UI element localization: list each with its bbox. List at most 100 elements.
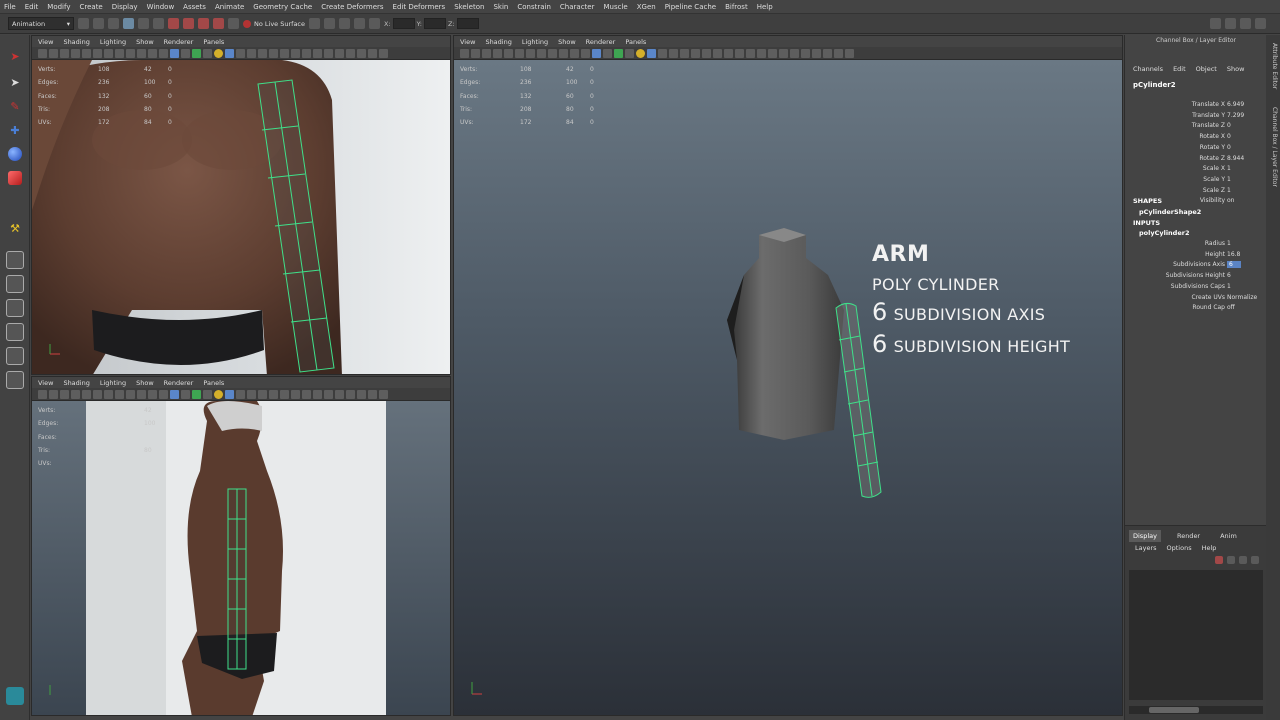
attr-value[interactable]: 16.8 (1227, 251, 1240, 258)
channel-menu-object[interactable]: Object (1196, 65, 1217, 73)
layer-tab-display[interactable]: Display (1129, 530, 1161, 542)
menu-create[interactable]: Create (79, 3, 102, 11)
menu-assets[interactable]: Assets (183, 3, 206, 11)
attr-value[interactable]: off (1227, 304, 1235, 311)
menu-edit[interactable]: Edit (25, 3, 39, 11)
toggle-modeling-toolkit-icon[interactable] (1210, 18, 1221, 29)
attr-value[interactable]: 1 (1227, 240, 1231, 247)
channel-attr-translate-y[interactable]: Translate Y 7.299 (1125, 112, 1267, 123)
panel-menu-shading[interactable]: Shading (485, 38, 511, 46)
panel-menu-view[interactable]: View (38, 38, 53, 46)
menu-pipeline-cache[interactable]: Pipeline Cache (665, 3, 716, 11)
panel-menu-renderer[interactable]: Renderer (164, 38, 194, 46)
render-view-icon[interactable] (309, 18, 321, 29)
menu-skin[interactable]: Skin (493, 3, 508, 11)
menu-character[interactable]: Character (560, 3, 595, 11)
render-frame-icon[interactable] (324, 18, 336, 29)
attr-value[interactable]: 1 (1227, 187, 1231, 194)
attribute-editor-tab[interactable]: Attribute Editor (1268, 43, 1278, 89)
channel-menu-show[interactable]: Show (1227, 65, 1245, 73)
menu-display[interactable]: Display (112, 3, 138, 11)
channel-attr-subdivisions-caps[interactable]: Subdivisions Caps 1 (1125, 283, 1267, 294)
menu-bifrost[interactable]: Bifrost (725, 3, 748, 11)
channel-attr-subdivisions-height[interactable]: Subdivisions Height 6 (1125, 272, 1267, 283)
menu-constrain[interactable]: Constrain (517, 3, 551, 11)
menu-file[interactable]: File (4, 3, 16, 11)
attr-value[interactable]: 1 (1227, 176, 1231, 183)
snap-grid-icon[interactable] (168, 18, 179, 29)
menu-help[interactable]: Help (757, 3, 773, 11)
channel-attr-rotate-x[interactable]: Rotate X0 (1125, 133, 1267, 144)
make-live-icon[interactable] (228, 18, 239, 29)
snap-point-icon[interactable] (198, 18, 209, 29)
four-pane-layout-icon[interactable] (6, 275, 24, 293)
hypershade-icon[interactable] (369, 18, 381, 29)
select-tool-icon[interactable]: ➤ (6, 47, 24, 65)
new-layer-selected-icon[interactable] (1227, 556, 1235, 564)
x-field[interactable] (392, 18, 415, 29)
menu-set-dropdown[interactable]: Animation ▾ (8, 17, 74, 30)
layer-up-icon[interactable] (1239, 556, 1247, 564)
y-field[interactable] (423, 18, 446, 29)
layer-tab-render[interactable]: Render (1173, 530, 1204, 542)
select-component-icon[interactable] (153, 18, 164, 29)
channel-menu-channels[interactable]: Channels (1133, 65, 1163, 73)
panel-menu-renderer[interactable]: Renderer (164, 379, 194, 387)
panel-menu-view[interactable]: View (38, 379, 53, 387)
channel-attr-round-cap[interactable]: Round Cap off (1125, 304, 1267, 315)
input-node-name[interactable]: polyCylinder2 (1139, 229, 1189, 237)
channel-attr-radius[interactable]: Radius 1 (1125, 240, 1267, 251)
layer-tab-anim[interactable]: Anim (1216, 530, 1241, 542)
persp-outliner-layout-icon[interactable] (6, 347, 24, 365)
panel-menu-show[interactable]: Show (136, 38, 154, 46)
attr-value[interactable]: 8.944 (1227, 155, 1244, 162)
lasso-tool-icon[interactable]: ➤ (6, 73, 24, 91)
attr-value[interactable]: 6 (1227, 261, 1241, 269)
select-object-icon[interactable] (138, 18, 149, 29)
attr-value[interactable]: on (1227, 197, 1234, 204)
front-viewport[interactable]: Verts: 108 42 0 Edges: 236 100 0 Faces: 132 60 0 Tri… (32, 60, 450, 374)
attr-value[interactable]: Normalize (1227, 294, 1257, 301)
scale-tool-icon[interactable] (8, 171, 22, 185)
panel-menu-panels[interactable]: Panels (203, 379, 224, 387)
paint-select-icon[interactable]: ✎ (6, 97, 24, 115)
menu-modify[interactable]: Modify (47, 3, 70, 11)
channel-attr-translate-x[interactable]: Translate X 6.949 (1125, 101, 1267, 112)
outliner-layout-icon[interactable] (6, 371, 24, 389)
channel-menu-edit[interactable]: Edit (1173, 65, 1186, 73)
channel-box-tab[interactable]: Channel Box / Layer Editor (1268, 107, 1278, 187)
panel-menu-shading[interactable]: Shading (63, 38, 89, 46)
channel-attr-rotate-z[interactable]: Rotate Z 8.944 (1125, 155, 1267, 166)
channel-attr-scale-x[interactable]: Scale X1 (1125, 165, 1267, 176)
panel-menu-panels[interactable]: Panels (203, 38, 224, 46)
snap-surface-icon[interactable] (213, 18, 224, 29)
panel-menu-shading[interactable]: Shading (63, 379, 89, 387)
select-hierarchy-icon[interactable] (123, 18, 134, 29)
new-layer-icon[interactable] (1215, 556, 1223, 564)
single-pane-layout-icon[interactable] (6, 251, 24, 269)
perspective-viewport[interactable]: Verts: 108 42 0 Edges: 236 100 0 Faces: 132 60 0 Tri… (454, 60, 1122, 715)
attr-value[interactable]: 0 (1227, 133, 1231, 140)
layer-scrollbar[interactable] (1129, 706, 1263, 714)
menu-geometry-cache[interactable]: Geometry Cache (253, 3, 312, 11)
channel-attr-scale-y[interactable]: Scale Y1 (1125, 176, 1267, 187)
save-scene-icon[interactable] (108, 18, 119, 29)
shape-node-name[interactable]: pCylinderShape2 (1139, 208, 1201, 216)
attr-value[interactable]: 6.949 (1227, 101, 1244, 108)
attr-value[interactable]: 1 (1227, 165, 1231, 172)
attr-value[interactable]: 1 (1227, 283, 1231, 290)
toggle-attribute-editor-icon[interactable] (1225, 18, 1236, 29)
attr-value[interactable]: 7.299 (1227, 112, 1244, 119)
channel-attr-subdivisions-axis[interactable]: Subdivisions Axis 6 (1125, 261, 1267, 272)
menu-muscle[interactable]: Muscle (603, 3, 627, 11)
attr-value[interactable]: 0 (1227, 122, 1231, 129)
layer-menu-help[interactable]: Help (1202, 544, 1217, 552)
channel-attr-create-uvs[interactable]: Create UVs Normalize (1125, 294, 1267, 305)
snap-curve-icon[interactable] (183, 18, 194, 29)
layer-down-icon[interactable] (1251, 556, 1259, 564)
toggle-channel-box-icon[interactable] (1255, 18, 1266, 29)
open-scene-icon[interactable] (93, 18, 104, 29)
z-field[interactable] (456, 18, 479, 29)
panel-menu-renderer[interactable]: Renderer (586, 38, 616, 46)
layer-menu-options[interactable]: Options (1167, 544, 1192, 552)
